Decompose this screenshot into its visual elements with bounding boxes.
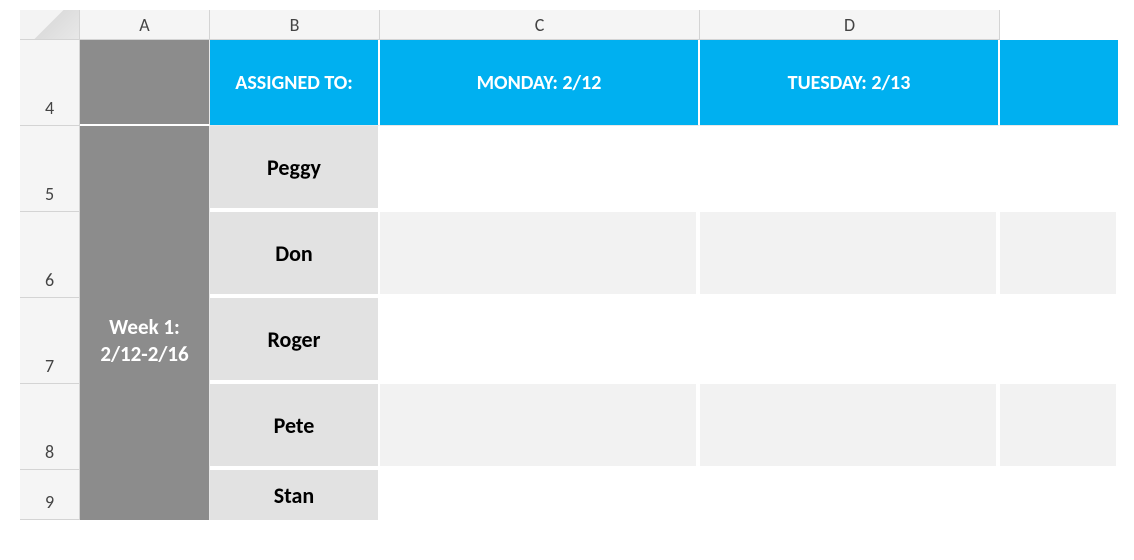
week-label-title: Week 1: — [109, 314, 180, 340]
cell-c7[interactable] — [380, 298, 700, 384]
column-headers: A B C D — [80, 10, 1000, 40]
cell-a9[interactable] — [80, 470, 210, 520]
spreadsheet: A B C D 4 5 6 7 8 9 ASSIGNED TO: MONDAY:… — [20, 10, 1114, 550]
row-header-4[interactable]: 4 — [20, 40, 80, 126]
header-tuesday[interactable]: TUESDAY: 2/13 — [700, 40, 1000, 126]
cell-e9[interactable] — [1000, 470, 1120, 520]
cell-e6[interactable] — [1000, 212, 1120, 298]
cell-c8[interactable] — [380, 384, 700, 470]
week-label-range: 2/12-2/16 — [100, 341, 188, 367]
table-row: Pete — [80, 384, 1120, 470]
cell-a4[interactable] — [80, 40, 210, 126]
assignee-name[interactable]: Roger — [210, 298, 380, 384]
cell-a8[interactable] — [80, 384, 210, 470]
table-row: Peggy — [80, 126, 1120, 212]
col-header-d[interactable]: D — [700, 10, 1000, 40]
week-label[interactable]: Week 1: 2/12-2/16 — [80, 298, 210, 384]
cell-e8[interactable] — [1000, 384, 1120, 470]
cell-c5[interactable] — [380, 126, 700, 212]
table-row: Don — [80, 212, 1120, 298]
cell-d6[interactable] — [700, 212, 1000, 298]
header-monday[interactable]: MONDAY: 2/12 — [380, 40, 700, 126]
cell-e7[interactable] — [1000, 298, 1120, 384]
table-row: ASSIGNED TO: MONDAY: 2/12 TUESDAY: 2/13 — [80, 40, 1120, 126]
cell-a5[interactable] — [80, 126, 210, 212]
cell-d5[interactable] — [700, 126, 1000, 212]
header-overflow[interactable] — [1000, 40, 1120, 126]
table-row: Week 1: 2/12-2/16 Roger — [80, 298, 1120, 384]
row-header-9[interactable]: 9 — [20, 470, 80, 520]
col-header-b[interactable]: B — [210, 10, 380, 40]
cell-d9[interactable] — [700, 470, 1000, 520]
header-assigned-to[interactable]: ASSIGNED TO: — [210, 40, 380, 126]
row-header-7[interactable]: 7 — [20, 298, 80, 384]
assignee-name[interactable]: Peggy — [210, 126, 380, 212]
assignee-name[interactable]: Stan — [210, 470, 380, 520]
row-header-8[interactable]: 8 — [20, 384, 80, 470]
cell-c9[interactable] — [380, 470, 700, 520]
cell-a6[interactable] — [80, 212, 210, 298]
assignee-name[interactable]: Don — [210, 212, 380, 298]
col-header-c[interactable]: C — [380, 10, 700, 40]
row-header-6[interactable]: 6 — [20, 212, 80, 298]
cell-c6[interactable] — [380, 212, 700, 298]
row-headers: 4 5 6 7 8 9 — [20, 40, 80, 520]
select-all-corner[interactable] — [20, 10, 80, 40]
col-header-a[interactable]: A — [80, 10, 210, 40]
cell-d8[interactable] — [700, 384, 1000, 470]
cell-e5[interactable] — [1000, 126, 1120, 212]
assignee-name[interactable]: Pete — [210, 384, 380, 470]
row-header-5[interactable]: 5 — [20, 126, 80, 212]
grid: ASSIGNED TO: MONDAY: 2/12 TUESDAY: 2/13 … — [80, 40, 1120, 520]
cell-d7[interactable] — [700, 298, 1000, 384]
table-row: Stan — [80, 470, 1120, 520]
